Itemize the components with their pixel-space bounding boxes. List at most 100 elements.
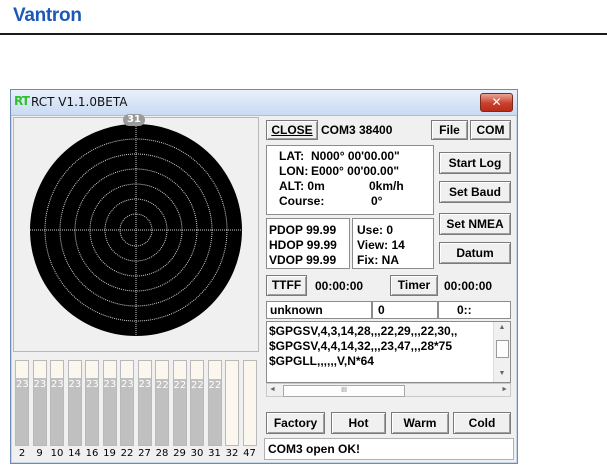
snr-bar: 23 xyxy=(137,360,152,446)
snr-bar: 23 xyxy=(85,360,99,446)
set-baud-button[interactable]: Set Baud xyxy=(439,181,511,203)
snr-value: 23 xyxy=(51,379,64,390)
nmea-horizontal-scrollbar[interactable]: ◄ III ► xyxy=(266,383,511,397)
ttff-button[interactable]: TTFF xyxy=(266,275,307,296)
brand-logo: Vantron xyxy=(13,5,82,26)
snr-bar: 23 xyxy=(32,360,47,446)
snr-satellite-id: 30 xyxy=(190,448,204,459)
app-window: RT RCT V1.1.0BETA ✕ 31 23 2 23 9 23 10 23 xyxy=(10,89,518,464)
snr-value: 22 xyxy=(208,380,222,391)
snr-satellite-id: 27 xyxy=(138,448,151,459)
count-value: 0 xyxy=(378,303,385,317)
fix-state: unknown xyxy=(270,303,323,317)
datum-button[interactable]: Datum xyxy=(439,242,511,264)
title-bar[interactable]: RT RCT V1.1.0BETA ✕ xyxy=(11,90,517,116)
snr-satellite-id: 2 xyxy=(18,448,26,459)
snr-bar: 23 xyxy=(120,360,134,446)
status-message: COM3 open OK! xyxy=(268,442,360,456)
snr-satellite-id: 19 xyxy=(103,448,116,459)
timer-button[interactable]: Timer xyxy=(390,275,438,296)
fix-state-box: unknown xyxy=(266,301,372,319)
set-nmea-button[interactable]: Set NMEA xyxy=(439,213,511,235)
use-value: Use: 0 xyxy=(357,223,394,237)
satellite-use-box: Use: 0 View: 14 Fix: NA xyxy=(352,218,434,269)
ttff-value: 00:00:00 xyxy=(315,279,364,293)
app-icon: RT xyxy=(14,94,30,108)
sky-plot xyxy=(30,124,242,336)
lon-label: LON: xyxy=(279,164,309,178)
snr-bar: 23 xyxy=(102,360,117,446)
snr-value: 23 xyxy=(103,379,117,390)
hscroll-thumb[interactable]: III xyxy=(283,385,405,397)
snr-satellite-id: 28 xyxy=(155,448,169,459)
snr-value: 23 xyxy=(138,379,152,390)
scroll-up-icon[interactable]: ▲ xyxy=(494,322,510,334)
timer-value: 00:00:00 xyxy=(444,279,493,293)
snr-satellite-id: 22 xyxy=(120,448,134,459)
nmea-log[interactable]: $GPGSV,4,3,14,28,,,22,29,,,22,30,, $GPGS… xyxy=(266,321,511,383)
alt-value: ALT: 0m xyxy=(279,179,325,193)
nmea-line: $GPGLL,,,,,,V,N*64 xyxy=(269,354,374,368)
header-divider xyxy=(0,33,607,35)
vdop-value: VDOP 99.99 xyxy=(269,253,337,267)
lat-label: LAT: xyxy=(279,149,305,163)
window-title: RCT V1.1.0BETA xyxy=(31,95,128,109)
snr-bar: 22 xyxy=(190,360,204,446)
snr-bar-panel: 23 2 23 9 23 10 23 14 23 16 23 19 23 22 23 27 22 28 22 29 22… xyxy=(13,356,261,459)
cold-start-button[interactable]: Cold xyxy=(453,412,511,434)
window-close-button[interactable]: ✕ xyxy=(480,93,513,112)
view-value: View: 14 xyxy=(357,238,405,252)
left-panel: 31 23 2 23 9 23 10 23 14 23 16 23 19 23 22 23 27 22 28 22 2… xyxy=(13,114,263,460)
scroll-right-icon[interactable]: ► xyxy=(496,384,508,396)
snr-value: 22 xyxy=(191,380,204,391)
snr-value: 22 xyxy=(156,380,169,391)
satellite-marker: 31 xyxy=(123,114,145,126)
snr-bar: 22 xyxy=(155,360,169,446)
start-log-button[interactable]: Start Log xyxy=(439,152,511,174)
snr-satellite-id: 32 xyxy=(225,448,239,459)
factory-reset-button[interactable]: Factory xyxy=(266,412,325,434)
nmea-vertical-scrollbar[interactable]: ▲ ▼ xyxy=(493,322,510,382)
close-port-button[interactable]: CLOSE xyxy=(266,120,318,140)
snr-value: 23 xyxy=(86,379,99,390)
warm-start-button[interactable]: Warm xyxy=(391,412,449,434)
snr-bar: 22 xyxy=(172,360,187,446)
lon-value: E000° 00'00.00" xyxy=(311,164,400,178)
snr-satellite-id: 10 xyxy=(50,448,64,459)
file-button[interactable]: File xyxy=(431,120,468,140)
snr-satellite-id: 14 xyxy=(68,448,81,459)
position-box: LAT: N000° 00'00.00" LON: E000° 00'00.00… xyxy=(266,145,434,215)
scroll-thumb[interactable] xyxy=(496,340,509,358)
com-button[interactable]: COM xyxy=(470,120,511,140)
snr-satellite-id: 47 xyxy=(243,448,256,459)
snr-satellite-id: 9 xyxy=(36,448,43,459)
snr-satellite-id: 16 xyxy=(85,448,99,459)
hdop-value: HDOP 99.99 xyxy=(269,238,337,252)
snr-value: 22 xyxy=(173,380,187,391)
snr-value: 23 xyxy=(33,379,47,390)
course-label: Course: xyxy=(279,194,325,208)
nmea-line: $GPGSV,4,4,14,32,,,23,47,,,28*75 xyxy=(269,339,453,353)
snr-value: 23 xyxy=(16,379,29,390)
count-box: 0 xyxy=(372,301,438,319)
course-value: 0° xyxy=(371,194,383,208)
snr-bar: 22 xyxy=(207,360,222,446)
speed-value: 0km/h xyxy=(369,179,404,193)
utc-time: 0:: xyxy=(457,303,472,317)
dop-box: PDOP 99.99 HDOP 99.99 VDOP 99.99 xyxy=(266,218,350,269)
scroll-down-icon[interactable]: ▼ xyxy=(494,368,510,380)
pdop-value: PDOP 99.99 xyxy=(269,223,337,237)
snr-value: 23 xyxy=(68,379,82,390)
sky-view: 31 xyxy=(13,114,259,352)
hot-start-button[interactable]: Hot xyxy=(331,412,386,434)
fix-value: Fix: NA xyxy=(357,253,399,267)
snr-bar xyxy=(225,360,239,446)
scroll-left-icon[interactable]: ◄ xyxy=(269,384,281,396)
snr-satellite-id: 29 xyxy=(173,448,186,459)
snr-bar xyxy=(242,360,257,446)
status-bar: COM3 open OK! xyxy=(264,438,514,460)
snr-bar: 23 xyxy=(50,360,64,446)
snr-value: 23 xyxy=(121,379,134,390)
nmea-line: $GPGSV,4,3,14,28,,,22,29,,,22,30,, xyxy=(269,324,458,338)
port-status: COM3 38400 xyxy=(321,123,393,137)
